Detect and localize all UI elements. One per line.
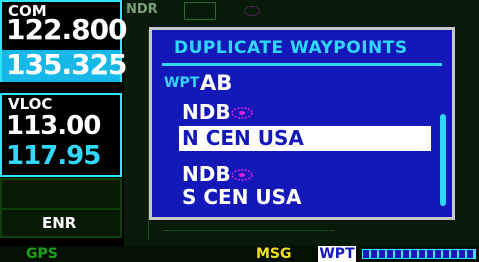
mode-panel: ENR: [0, 178, 122, 238]
status-bar: GPS MSG WPT: [0, 246, 479, 262]
dialog-title: DUPLICATE WAYPOINTS: [174, 38, 408, 58]
vloc-label: VLOC: [8, 95, 53, 113]
com-panel: COM 122.800 135.325: [0, 0, 128, 82]
background-ndb-icon: [244, 6, 260, 16]
waypoint-type-2: NDB: [182, 162, 231, 186]
com-standby-frequency[interactable]: 135.325: [6, 50, 128, 80]
vloc-panel: VLOC 113.00 117.95: [0, 93, 122, 177]
ndb-icon: [231, 107, 253, 119]
com-active-frequency[interactable]: 122.800: [6, 15, 128, 45]
title-divider: [162, 63, 442, 66]
vloc-active-frequency[interactable]: 113.00: [6, 111, 101, 141]
wpt-identifier: AB: [200, 71, 233, 95]
ndb-icon: [231, 169, 253, 181]
waypoint-region-1[interactable]: N CEN USA: [182, 126, 304, 150]
vloc-standby-frequency[interactable]: 117.95: [6, 141, 101, 171]
wpt-label: WPT: [164, 75, 200, 91]
page-indicator: [362, 249, 476, 259]
waypoint-region-2[interactable]: S CEN USA: [182, 185, 302, 209]
mode-label: ENR: [42, 214, 77, 232]
waypoint-type-1: NDB: [182, 100, 231, 124]
scrollbar[interactable]: [440, 114, 446, 206]
duplicate-waypoints-dialog: DUPLICATE WAYPOINTS WPT AB NDB N CEN USA…: [149, 27, 455, 220]
gps-status: GPS: [26, 246, 58, 262]
background-header: NDR: [126, 2, 158, 17]
page-label: WPT: [318, 246, 356, 262]
msg-indicator[interactable]: MSG: [256, 246, 292, 262]
